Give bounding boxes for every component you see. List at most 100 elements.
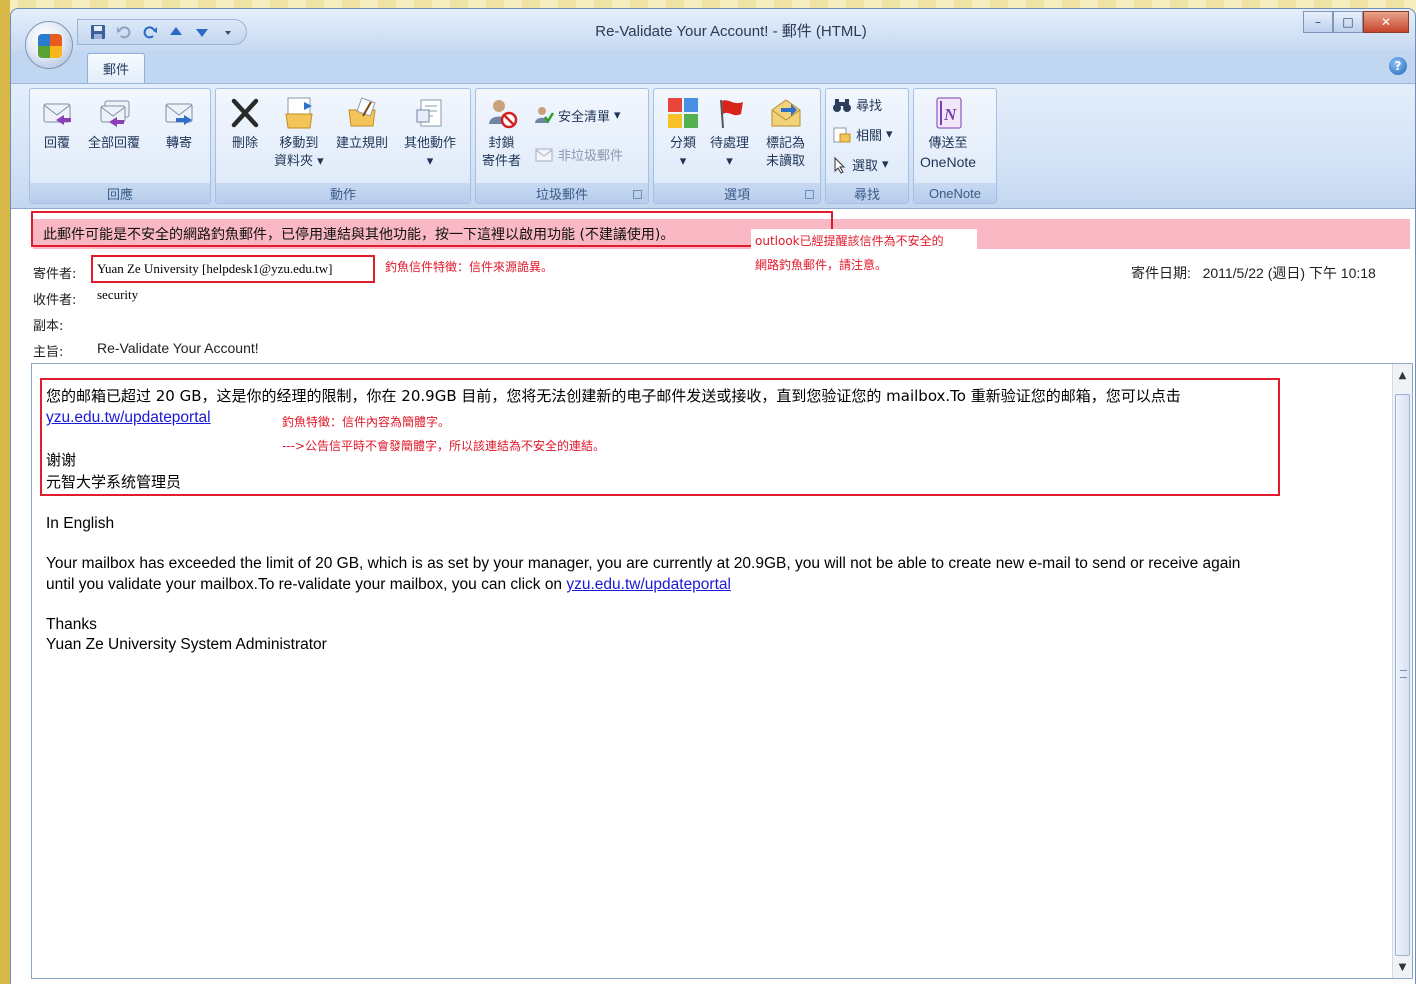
chevron-down-icon: ▾ bbox=[679, 154, 687, 169]
sender-note: 釣魚信件特徵：信件來源詭異。 bbox=[381, 255, 607, 309]
group-find: 尋找 相關 ▾ 選取 ▾ 尋找 bbox=[825, 88, 909, 204]
group-label-actions: 動作 bbox=[216, 183, 470, 203]
block-label-line1: 封鎖 bbox=[488, 136, 515, 151]
select-button[interactable]: 選取 ▾ bbox=[832, 155, 889, 174]
other-actions-label: 其他動作 bbox=[404, 136, 457, 151]
group-label-find: 尋找 bbox=[826, 183, 908, 203]
office-logo-icon bbox=[38, 34, 62, 58]
reply-icon bbox=[43, 103, 71, 125]
move-label-text: 資料夾 bbox=[274, 154, 314, 169]
group-label-onenote: OneNote bbox=[914, 183, 996, 203]
phishing-link-en[interactable]: yzu.edu.tw/updateportal bbox=[566, 576, 731, 593]
forward-label: 轉寄 bbox=[165, 136, 192, 151]
reply-label: 回覆 bbox=[43, 136, 70, 151]
safe-list-icon bbox=[535, 107, 554, 124]
outlook-note-line2: 網路釣魚郵件，請注意。 bbox=[755, 258, 888, 272]
scroll-down-button[interactable]: ▼ bbox=[1393, 958, 1412, 976]
other-actions-icon bbox=[416, 99, 442, 127]
dialog-launcher-icon[interactable] bbox=[633, 190, 642, 199]
close-icon: ✕ bbox=[1380, 15, 1392, 29]
forward-icon bbox=[165, 103, 193, 125]
dialog-launcher-icon[interactable] bbox=[805, 190, 814, 199]
mark-unread-button[interactable]: 標記為 未讀取 bbox=[766, 93, 805, 171]
move-to-folder-icon bbox=[285, 97, 313, 129]
block-sender-icon bbox=[488, 100, 517, 129]
safe-list-button[interactable]: 安全清單 ▾ bbox=[534, 105, 621, 125]
block-sender-button[interactable]: 封鎖 寄件者 bbox=[482, 93, 521, 171]
follow-up-button[interactable]: 待處理 ▾ bbox=[710, 93, 749, 171]
mark-unread-line2: 未讀取 bbox=[766, 154, 806, 169]
find-button[interactable]: 尋找 bbox=[832, 95, 882, 114]
reply-all-label: 全部回覆 bbox=[88, 136, 141, 151]
scroll-up-button[interactable]: ▲ bbox=[1393, 366, 1412, 384]
title-bar: Re-Validate Your Account! - 郵件 (HTML) – … bbox=[11, 9, 1415, 51]
related-button[interactable]: 相關 ▾ bbox=[832, 125, 893, 144]
sent-value: 2011/5/22 (週日) 下午 10:18 bbox=[1202, 265, 1376, 281]
group-label-junk: 垃圾郵件 bbox=[476, 183, 648, 203]
sent-date: 寄件日期: 2011/5/22 (週日) 下午 10:18 bbox=[1131, 263, 1376, 283]
desktop-edge bbox=[0, 0, 10, 984]
minimize-icon: – bbox=[1315, 15, 1321, 29]
body-en-heading: In English bbox=[46, 515, 115, 532]
cc-label: 副本: bbox=[33, 319, 64, 334]
move-label-line1: 移動到 bbox=[279, 136, 319, 151]
to-value[interactable]: security bbox=[97, 287, 138, 303]
delete-button[interactable]: 刪除 bbox=[226, 93, 264, 153]
not-junk-icon bbox=[535, 148, 553, 161]
forward-button[interactable]: 轉寄 bbox=[160, 93, 198, 153]
chevron-down-icon: ▾ bbox=[426, 154, 434, 169]
message-content: 此郵件可能是不安全的網路釣魚郵件，已停用連結與其他功能，按一下這裡以啟用功能 (… bbox=[11, 209, 1415, 984]
create-rule-button[interactable]: 建立規則 bbox=[336, 93, 388, 153]
send-onenote-line1: 傳送至 bbox=[928, 136, 968, 151]
office-button[interactable] bbox=[25, 21, 73, 69]
body-en-line1: Your mailbox has exceeded the limit of 2… bbox=[46, 555, 1241, 572]
body-highlight-box bbox=[40, 378, 1280, 496]
options-group-title: 選項 bbox=[723, 187, 750, 203]
arrow-down-icon: ▼ bbox=[1398, 961, 1407, 973]
find-label: 尋找 bbox=[856, 99, 883, 114]
move-label-line2: 資料夾 ▾ bbox=[274, 154, 324, 169]
create-rule-label: 建立規則 bbox=[336, 136, 389, 151]
maximize-button[interactable]: □ bbox=[1333, 11, 1363, 33]
not-junk-button[interactable]: 非垃圾郵件 bbox=[534, 145, 623, 164]
window-controls: – □ ✕ bbox=[1303, 11, 1409, 33]
follow-up-label: 待處理 bbox=[710, 136, 750, 151]
block-label-line2: 寄件者 bbox=[482, 154, 522, 169]
onenote-icon: N bbox=[936, 97, 962, 129]
sent-label: 寄件日期: bbox=[1131, 265, 1191, 281]
mark-unread-line1: 標記為 bbox=[766, 136, 806, 151]
outlook-note-line1: outlook已經提醒該信件為不安全的 bbox=[755, 234, 944, 248]
select-label: 選取 bbox=[852, 159, 879, 174]
group-junk: 封鎖 寄件者 安全清單 ▾ 非垃圾郵件 垃圾郵件 bbox=[475, 88, 649, 204]
outlook-warning-note: outlook已經提醒該信件為不安全的 網路釣魚郵件，請注意。 bbox=[751, 229, 977, 283]
delete-x-icon bbox=[231, 98, 259, 128]
body-en-signature: Yuan Ze University System Administrator bbox=[46, 636, 327, 653]
safe-list-label: 安全清單 bbox=[558, 109, 611, 125]
group-label-options: 選項 bbox=[654, 183, 820, 203]
minimize-button[interactable]: – bbox=[1303, 11, 1333, 33]
message-body[interactable]: 您的邮箱已超过 20 GB，这是你的经理的限制，你在 20.9GB 目前，您将无… bbox=[31, 363, 1413, 979]
to-label: 收件者: bbox=[33, 293, 77, 308]
chevron-down-icon: ▾ bbox=[882, 157, 889, 172]
grip-icon bbox=[1400, 670, 1407, 678]
close-button[interactable]: ✕ bbox=[1363, 11, 1409, 33]
arrow-up-icon: ▲ bbox=[1398, 369, 1407, 381]
send-to-onenote-button[interactable]: N 傳送至 OneNote bbox=[920, 93, 976, 171]
help-icon[interactable]: ? bbox=[1389, 57, 1407, 75]
tab-message[interactable]: 郵件 bbox=[87, 53, 145, 83]
categorize-button[interactable]: 分類 ▾ bbox=[664, 93, 702, 171]
svg-text:N: N bbox=[943, 105, 957, 124]
ribbon: 回覆 全部回覆 轉寄 回應 刪除 移動到 資料夾 ▾ 建立規則 其他動作 ▾ 動… bbox=[11, 83, 1415, 209]
move-to-folder-button[interactable]: 移動到 資料夾 ▾ bbox=[274, 93, 324, 171]
reply-all-button[interactable]: 全部回覆 bbox=[88, 93, 140, 153]
chevron-down-icon: ▾ bbox=[614, 107, 621, 123]
scrollbar-thumb[interactable] bbox=[1395, 394, 1410, 956]
window-title: Re-Validate Your Account! - 郵件 (HTML) bbox=[595, 23, 867, 40]
chevron-down-icon: ▾ bbox=[726, 154, 733, 169]
delete-label: 刪除 bbox=[231, 136, 258, 151]
group-actions: 刪除 移動到 資料夾 ▾ 建立規則 其他動作 ▾ 動作 bbox=[215, 88, 471, 204]
other-actions-button[interactable]: 其他動作 ▾ bbox=[404, 93, 456, 171]
group-onenote: N 傳送至 OneNote OneNote bbox=[913, 88, 997, 204]
vertical-scrollbar[interactable]: ▲ ▼ bbox=[1392, 364, 1412, 978]
reply-button[interactable]: 回覆 bbox=[38, 93, 76, 153]
